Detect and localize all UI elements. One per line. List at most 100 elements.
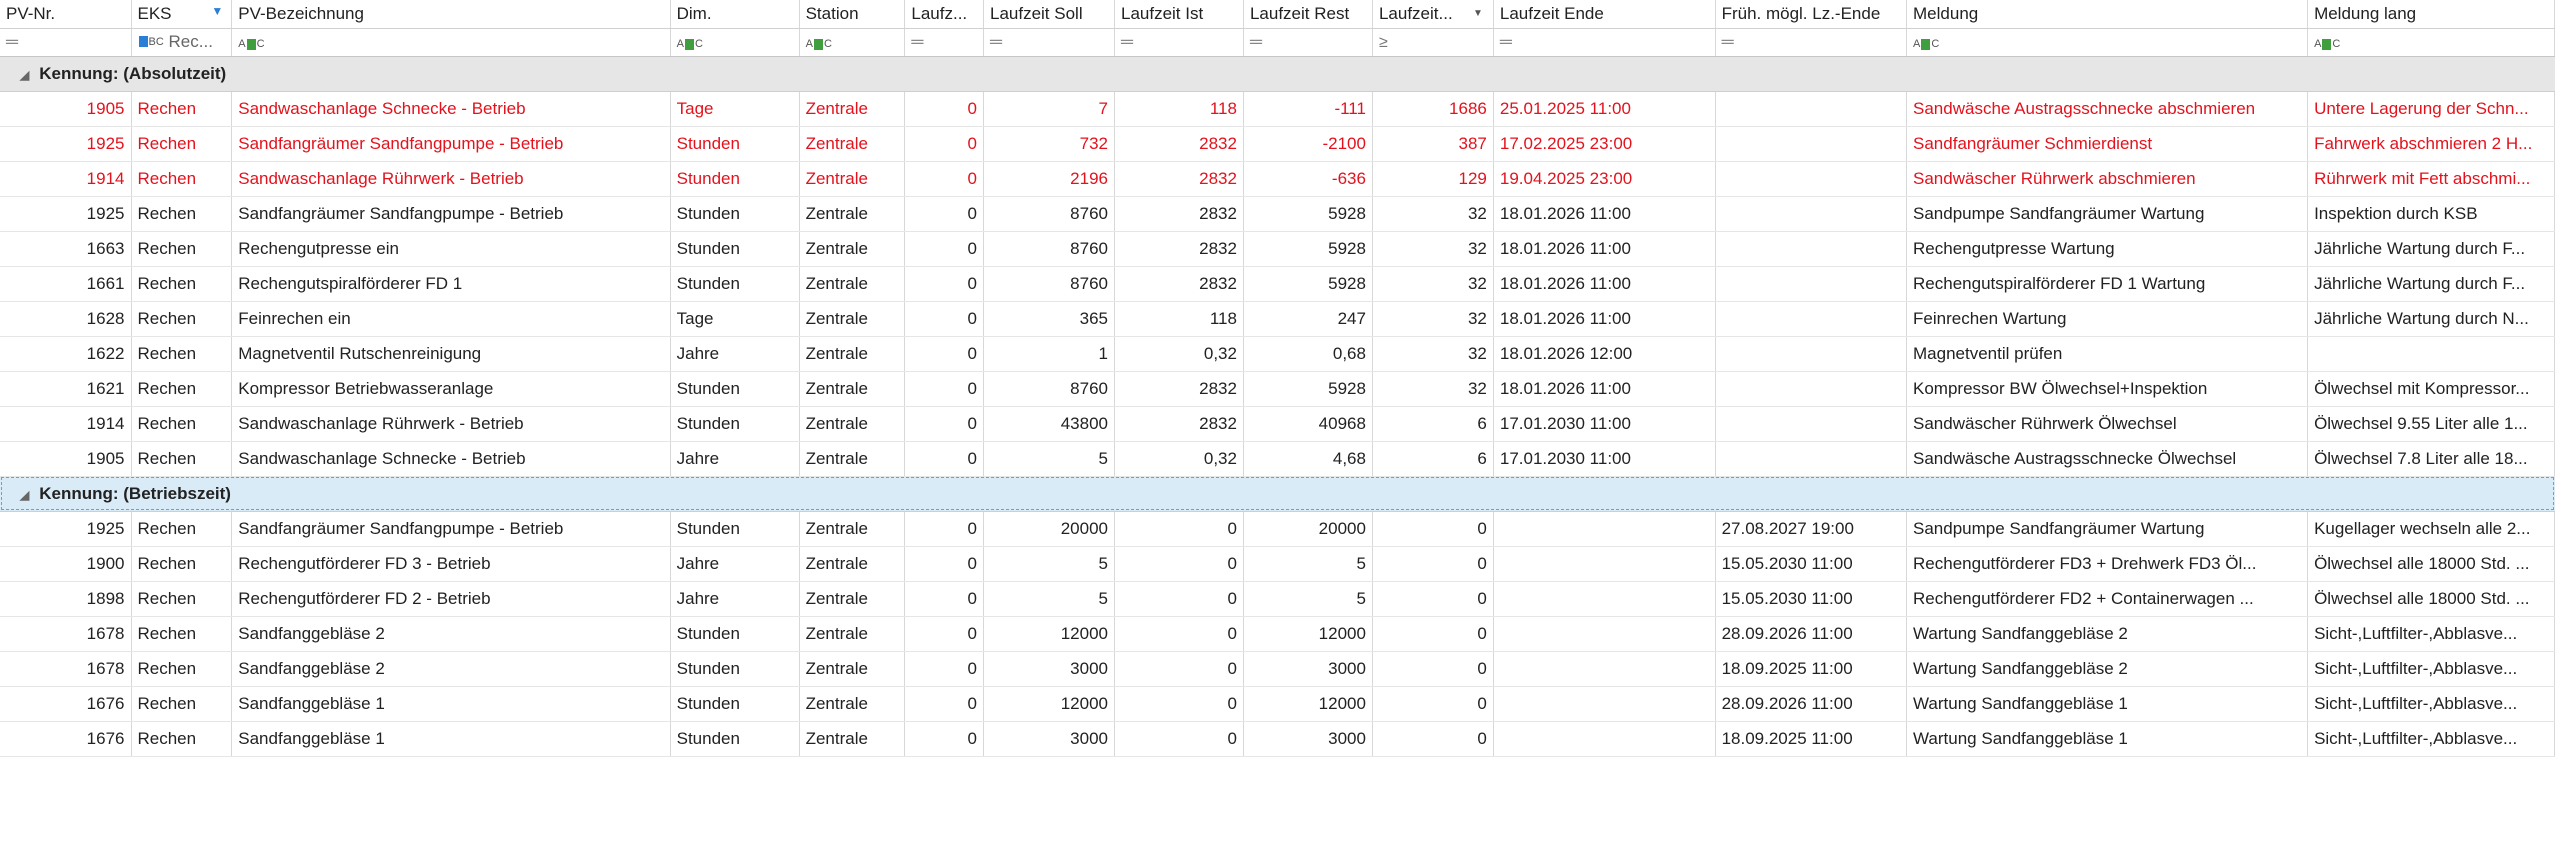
cell-dim[interactable]: Stunden bbox=[670, 616, 800, 652]
cell-laufz[interactable]: 0 bbox=[904, 301, 984, 337]
cell-dim[interactable]: Stunden bbox=[670, 511, 800, 547]
filter-cell-frueh-moegl-lz-ende[interactable]: ═ bbox=[1715, 28, 1908, 57]
cell-laufzeit-ist[interactable]: 0 bbox=[1114, 686, 1244, 722]
cell-laufzeit-ist[interactable]: 2832 bbox=[1114, 196, 1244, 232]
cell-eks[interactable]: Rechen bbox=[131, 266, 233, 302]
cell-laufzeit-sorted[interactable]: 32 bbox=[1372, 301, 1494, 337]
cell-eks[interactable]: Rechen bbox=[131, 231, 233, 267]
cell-laufz[interactable]: 0 bbox=[904, 266, 984, 302]
cell-pv-nr[interactable]: 1678 bbox=[0, 616, 132, 652]
filter-cell-laufzeit-rest[interactable]: ═ bbox=[1243, 28, 1373, 57]
cell-laufzeit-ist[interactable]: 118 bbox=[1114, 301, 1244, 337]
col-header-laufzeit-ist[interactable]: Laufzeit Ist bbox=[1114, 0, 1244, 29]
cell-frueh-moegl-lz-ende[interactable] bbox=[1715, 266, 1908, 302]
table-row[interactable]: 1678 Rechen Sandfanggebläse 2 Stunden Zentra… bbox=[0, 616, 2555, 652]
cell-laufzeit-rest[interactable]: 5928 bbox=[1243, 231, 1373, 267]
filter-cell-laufzeit-ist[interactable]: ═ bbox=[1114, 28, 1244, 57]
cell-frueh-moegl-lz-ende[interactable] bbox=[1715, 406, 1908, 442]
cell-eks[interactable]: Rechen bbox=[131, 546, 233, 582]
cell-pv-nr[interactable]: 1628 bbox=[0, 301, 132, 337]
col-header-laufzeit-soll[interactable]: Laufzeit Soll bbox=[983, 0, 1115, 29]
cell-meldung-lang[interactable]: Sicht-,Luftfilter-,Abblasve... bbox=[2307, 616, 2555, 652]
cell-frueh-moegl-lz-ende[interactable]: 18.09.2025 11:00 bbox=[1715, 651, 1908, 687]
cell-frueh-moegl-lz-ende[interactable]: 15.05.2030 11:00 bbox=[1715, 581, 1908, 617]
cell-laufzeit-soll[interactable]: 5 bbox=[983, 581, 1115, 617]
cell-laufzeit-rest[interactable]: 3000 bbox=[1243, 651, 1373, 687]
table-row[interactable]: 1663 Rechen Rechengutpresse ein Stunden Zent… bbox=[0, 231, 2555, 267]
cell-frueh-moegl-lz-ende[interactable] bbox=[1715, 126, 1908, 162]
cell-station[interactable]: Zentrale bbox=[799, 336, 906, 372]
filter-cell-dim[interactable]: AC bbox=[670, 28, 800, 57]
cell-meldung[interactable]: Sandwäsche Austragsschnecke abschmieren bbox=[1906, 91, 2309, 127]
col-header-laufzeit-rest[interactable]: Laufzeit Rest bbox=[1243, 0, 1373, 29]
table-row[interactable]: 1905 Rechen Sandwaschanlage Schnecke - Bet… bbox=[0, 91, 2555, 127]
col-header-laufz[interactable]: Laufz... bbox=[904, 0, 984, 29]
cell-station[interactable]: Zentrale bbox=[799, 266, 906, 302]
cell-pv-bezeichnung[interactable]: Rechengutförderer FD 2 - Betrieb bbox=[231, 581, 671, 617]
cell-frueh-moegl-lz-ende[interactable]: 18.09.2025 11:00 bbox=[1715, 721, 1908, 757]
table-row[interactable]: 1676 Rechen Sandfanggebläse 1 Stunden Zentra… bbox=[0, 686, 2555, 722]
group-cell[interactable]: ◢ Kennung: (Betriebszeit) bbox=[0, 475, 2555, 512]
cell-meldung[interactable]: Rechengutspiralförderer FD 1 Wartung bbox=[1906, 266, 2309, 302]
collapse-triangle-icon[interactable]: ◢ bbox=[20, 68, 29, 82]
cell-meldung[interactable]: Magnetventil prüfen bbox=[1906, 336, 2309, 372]
filter-cell-pv-nr[interactable]: ═ bbox=[0, 28, 132, 57]
cell-laufzeit-soll[interactable]: 8760 bbox=[983, 196, 1115, 232]
cell-pv-bezeichnung[interactable]: Sandwaschanlage Rührwerk - Betrieb bbox=[231, 406, 671, 442]
cell-meldung-lang[interactable]: Ölwechsel 7.8 Liter alle 18... bbox=[2307, 441, 2555, 477]
cell-pv-nr[interactable]: 1663 bbox=[0, 231, 132, 267]
cell-laufzeit-ist[interactable]: 0 bbox=[1114, 616, 1244, 652]
cell-pv-bezeichnung[interactable]: Sandfanggebläse 1 bbox=[231, 686, 671, 722]
cell-laufzeit-sorted[interactable]: 32 bbox=[1372, 371, 1494, 407]
cell-meldung-lang[interactable]: Ölwechsel mit Kompressor... bbox=[2307, 371, 2555, 407]
cell-pv-nr[interactable]: 1621 bbox=[0, 371, 132, 407]
cell-meldung[interactable]: Rechengutförderer FD2 + Containerwagen .… bbox=[1906, 581, 2309, 617]
cell-station[interactable]: Zentrale bbox=[799, 651, 906, 687]
cell-laufzeit-ende[interactable]: 19.04.2025 23:00 bbox=[1493, 161, 1716, 197]
cell-laufzeit-ende[interactable]: 18.01.2026 12:00 bbox=[1493, 336, 1716, 372]
cell-pv-nr[interactable]: 1900 bbox=[0, 546, 132, 582]
cell-dim[interactable]: Stunden bbox=[670, 686, 800, 722]
cell-frueh-moegl-lz-ende[interactable]: 28.09.2026 11:00 bbox=[1715, 686, 1908, 722]
filter-cell-meldung-lang[interactable]: AC bbox=[2307, 28, 2555, 57]
table-row[interactable]: 1925 Rechen Sandfangräumer Sandfangpumpe -… bbox=[0, 196, 2555, 232]
cell-station[interactable]: Zentrale bbox=[799, 441, 906, 477]
cell-laufzeit-ist[interactable]: 0 bbox=[1114, 546, 1244, 582]
group-row[interactable]: ◢ Kennung: (Betriebszeit) bbox=[0, 475, 2555, 512]
cell-dim[interactable]: Stunden bbox=[670, 266, 800, 302]
cell-laufzeit-ist[interactable]: 0 bbox=[1114, 721, 1244, 757]
cell-laufzeit-ist[interactable]: 2832 bbox=[1114, 266, 1244, 302]
cell-laufzeit-ende[interactable]: 17.01.2030 11:00 bbox=[1493, 441, 1716, 477]
cell-eks[interactable]: Rechen bbox=[131, 371, 233, 407]
cell-meldung[interactable]: Sandpumpe Sandfangräumer Wartung bbox=[1906, 511, 2309, 547]
cell-meldung[interactable]: Rechengutpresse Wartung bbox=[1906, 231, 2309, 267]
cell-eks[interactable]: Rechen bbox=[131, 651, 233, 687]
cell-laufzeit-sorted[interactable]: 32 bbox=[1372, 231, 1494, 267]
cell-dim[interactable]: Stunden bbox=[670, 371, 800, 407]
cell-eks[interactable]: Rechen bbox=[131, 196, 233, 232]
funnel-icon[interactable]: ▼ bbox=[211, 4, 223, 18]
cell-meldung-lang[interactable]: Jährliche Wartung durch F... bbox=[2307, 266, 2555, 302]
cell-frueh-moegl-lz-ende[interactable] bbox=[1715, 336, 1908, 372]
cell-pv-bezeichnung[interactable]: Rechengutpresse ein bbox=[231, 231, 671, 267]
filter-cell-eks[interactable]: BC Rec... bbox=[131, 28, 233, 57]
group-cell[interactable]: ◢ Kennung: (Absolutzeit) bbox=[0, 55, 2555, 92]
cell-pv-nr[interactable]: 1914 bbox=[0, 161, 132, 197]
cell-laufzeit-ist[interactable]: 2832 bbox=[1114, 126, 1244, 162]
cell-laufz[interactable]: 0 bbox=[904, 196, 984, 232]
cell-pv-bezeichnung[interactable]: Kompressor Betriebwasseranlage bbox=[231, 371, 671, 407]
cell-laufzeit-sorted[interactable]: 387 bbox=[1372, 126, 1494, 162]
cell-meldung[interactable]: Wartung Sandfanggebläse 2 bbox=[1906, 616, 2309, 652]
cell-frueh-moegl-lz-ende[interactable] bbox=[1715, 196, 1908, 232]
cell-eks[interactable]: Rechen bbox=[131, 511, 233, 547]
cell-laufzeit-ende[interactable] bbox=[1493, 546, 1716, 582]
cell-laufzeit-sorted[interactable]: 1686 bbox=[1372, 91, 1494, 127]
cell-laufzeit-ende[interactable] bbox=[1493, 651, 1716, 687]
cell-pv-nr[interactable]: 1925 bbox=[0, 196, 132, 232]
cell-meldung[interactable]: Sandwäsche Austragsschnecke Ölwechsel bbox=[1906, 441, 2309, 477]
col-header-meldung[interactable]: Meldung bbox=[1906, 0, 2309, 29]
table-row[interactable]: 1661 Rechen Rechengutspiralförderer FD 1 St… bbox=[0, 266, 2555, 302]
cell-frueh-moegl-lz-ende[interactable] bbox=[1715, 231, 1908, 267]
cell-eks[interactable]: Rechen bbox=[131, 721, 233, 757]
cell-station[interactable]: Zentrale bbox=[799, 581, 906, 617]
